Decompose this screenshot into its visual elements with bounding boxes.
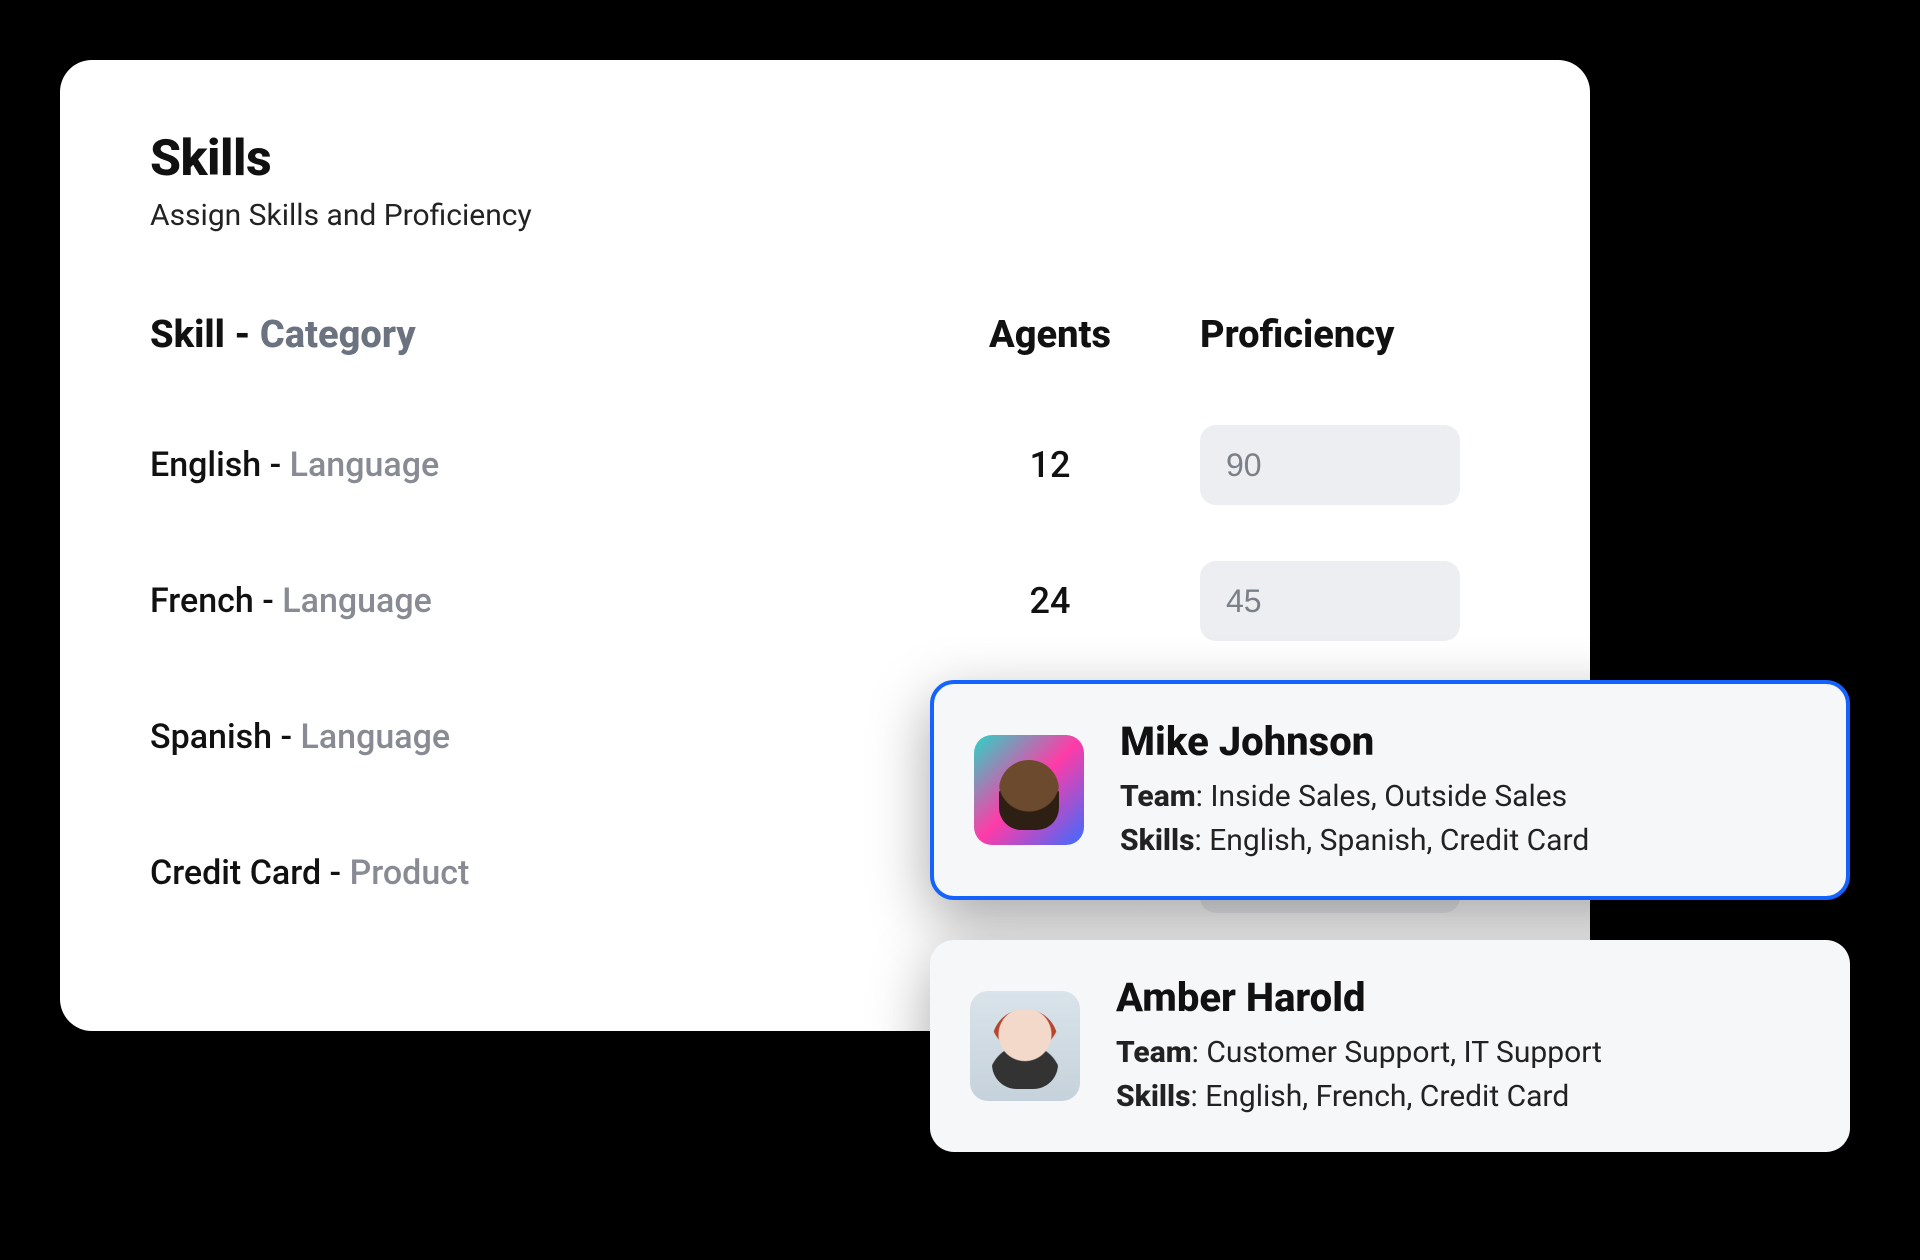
agent-info: Mike Johnson Team: Inside Sales, Outside… bbox=[1120, 718, 1806, 862]
skill-cell: French - Language bbox=[150, 581, 900, 621]
col-proficiency: Proficiency bbox=[1200, 313, 1500, 357]
agent-name: Amber Harold bbox=[1116, 974, 1810, 1021]
agents-count: 12 bbox=[920, 444, 1180, 486]
skill-category: Language bbox=[282, 581, 432, 621]
agent-team-line: Team: Inside Sales, Outside Sales bbox=[1120, 775, 1806, 819]
agent-name: Mike Johnson bbox=[1120, 718, 1806, 765]
table-row: French - Language 24 bbox=[150, 533, 1500, 669]
proficiency-input[interactable] bbox=[1200, 425, 1460, 505]
agent-skills-line: Skills: English, French, Credit Card bbox=[1116, 1075, 1810, 1119]
agent-team-line: Team: Customer Support, IT Support bbox=[1116, 1031, 1810, 1075]
skill-name: English bbox=[150, 445, 261, 485]
agent-card[interactable]: Amber Harold Team: Customer Support, IT … bbox=[930, 940, 1850, 1152]
page-subtitle: Assign Skills and Proficiency bbox=[150, 198, 1500, 233]
table-row: English - Language 12 bbox=[150, 397, 1500, 533]
skill-category: Product bbox=[350, 853, 470, 893]
skill-cell: English - Language bbox=[150, 445, 900, 485]
proficiency-input[interactable] bbox=[1200, 561, 1460, 641]
col-agents: Agents bbox=[920, 313, 1180, 357]
avatar bbox=[974, 735, 1084, 845]
col-category-label: Category bbox=[260, 313, 416, 357]
col-skill-category: Skill - Category bbox=[150, 313, 900, 357]
team-label: Team bbox=[1116, 1035, 1192, 1070]
skill-cell: Spanish - Language bbox=[150, 717, 900, 757]
skill-name: Credit Card bbox=[150, 853, 321, 893]
agents-count: 24 bbox=[920, 580, 1180, 622]
skill-category: Language bbox=[290, 445, 440, 485]
skills-label: Skills bbox=[1116, 1079, 1191, 1114]
skills-label: Skills bbox=[1120, 823, 1195, 858]
skill-name: Spanish bbox=[150, 717, 272, 757]
agent-skills: English, French, Credit Card bbox=[1205, 1079, 1569, 1114]
page-title: Skills bbox=[150, 130, 1500, 188]
agent-team: Inside Sales, Outside Sales bbox=[1210, 779, 1567, 814]
col-skill-label: Skill bbox=[150, 313, 225, 357]
col-sep: - bbox=[225, 313, 260, 357]
agent-cards: Mike Johnson Team: Inside Sales, Outside… bbox=[930, 680, 1850, 1192]
agent-skills: English, Spanish, Credit Card bbox=[1209, 823, 1589, 858]
table-header: Skill - Category Agents Proficiency bbox=[150, 313, 1500, 357]
agent-skills-line: Skills: English, Spanish, Credit Card bbox=[1120, 819, 1806, 863]
team-label: Team bbox=[1120, 779, 1196, 814]
skill-name: French bbox=[150, 581, 254, 621]
avatar bbox=[970, 991, 1080, 1101]
agent-info: Amber Harold Team: Customer Support, IT … bbox=[1116, 974, 1810, 1118]
skill-category: Language bbox=[300, 717, 450, 757]
agent-team: Customer Support, IT Support bbox=[1206, 1035, 1602, 1070]
skill-cell: Credit Card - Product bbox=[150, 853, 900, 893]
agent-card[interactable]: Mike Johnson Team: Inside Sales, Outside… bbox=[930, 680, 1850, 900]
